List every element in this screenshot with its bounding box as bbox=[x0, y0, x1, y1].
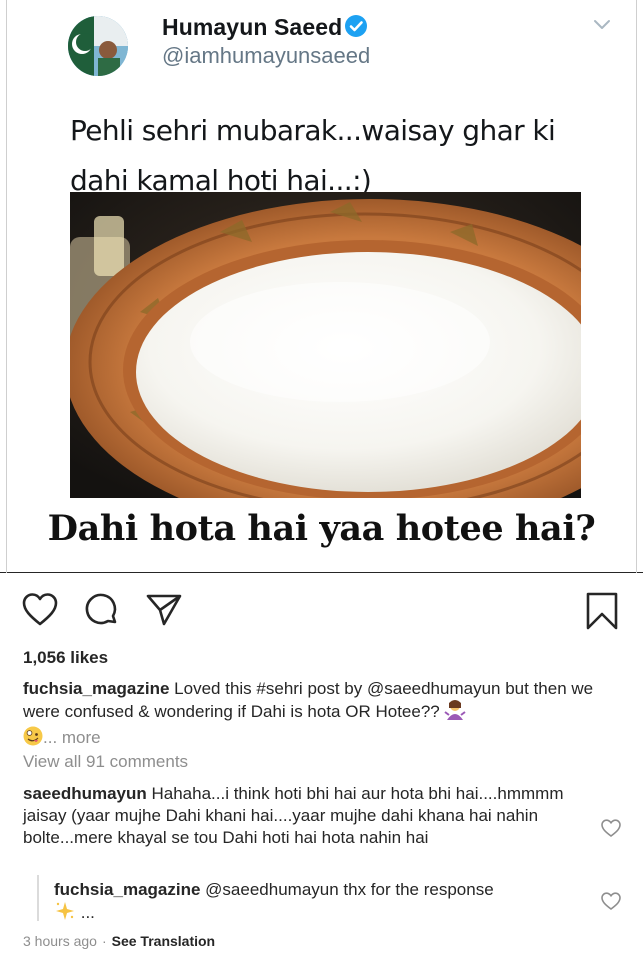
meme-caption: Dahi hota hai yaa hotee hai? bbox=[47, 508, 596, 549]
reply-item: fuchsia_magazine @saeedhumayun thx for t… bbox=[54, 879, 584, 927]
post-caption: fuchsia_magazine Loved this #sehri post … bbox=[23, 678, 623, 752]
shrugging-woman-emoji bbox=[444, 700, 467, 726]
caption-more-link[interactable]: ... more bbox=[43, 728, 101, 747]
reply-username[interactable]: fuchsia_magazine bbox=[54, 880, 200, 899]
post-action-bar bbox=[0, 590, 643, 630]
caption-text: Loved this bbox=[169, 679, 257, 698]
verified-badge-icon bbox=[345, 15, 367, 37]
tweet-text: Pehli sehri mubarak...waisay ghar ki dah… bbox=[70, 114, 556, 197]
yogurt-bowl-photo bbox=[70, 192, 581, 498]
view-all-comments-link[interactable]: View all 91 comments bbox=[23, 752, 188, 772]
likes-count[interactable]: 1,056 likes bbox=[23, 648, 108, 668]
zany-face-emoji bbox=[23, 726, 43, 752]
see-translation-link[interactable]: See Translation bbox=[112, 933, 215, 949]
comment-username[interactable]: saeedhumayun bbox=[23, 784, 147, 803]
reply-text: thx for the response bbox=[338, 880, 494, 899]
sparkle-star-emoji bbox=[54, 901, 76, 927]
reply-tail: ... bbox=[76, 903, 95, 922]
tweet-author-handle: @iamhumayunsaeed bbox=[162, 43, 371, 68]
meta-separator: · bbox=[101, 933, 107, 949]
caption-text: post by bbox=[302, 679, 367, 698]
caption-hashtag[interactable]: #sehri bbox=[256, 679, 302, 698]
caption-mention[interactable]: @saeedhumayun bbox=[367, 679, 501, 698]
reply-thread-line bbox=[37, 875, 39, 921]
heart-icon[interactable] bbox=[600, 891, 622, 911]
post-meta: 3 hours ago · See Translation bbox=[23, 933, 215, 949]
caption-username[interactable]: fuchsia_magazine bbox=[23, 679, 169, 698]
bookmark-icon[interactable] bbox=[582, 590, 622, 630]
heart-icon[interactable] bbox=[20, 590, 60, 630]
heart-icon[interactable] bbox=[600, 818, 622, 838]
reply-mention[interactable]: @saeedhumayun bbox=[200, 880, 339, 899]
timestamp: 3 hours ago bbox=[23, 933, 97, 949]
comment-item: saeedhumayun Hahaha...i think hoti bhi h… bbox=[23, 783, 568, 849]
author-avatar bbox=[68, 16, 128, 76]
post-image: Humayun Saeed @iamhumayunsaeed Pehli seh… bbox=[0, 0, 643, 573]
share-icon[interactable] bbox=[144, 590, 184, 630]
tweet-author-name: Humayun Saeed bbox=[162, 14, 343, 40]
comment-icon[interactable] bbox=[82, 590, 122, 630]
chevron-down-icon bbox=[593, 18, 611, 32]
